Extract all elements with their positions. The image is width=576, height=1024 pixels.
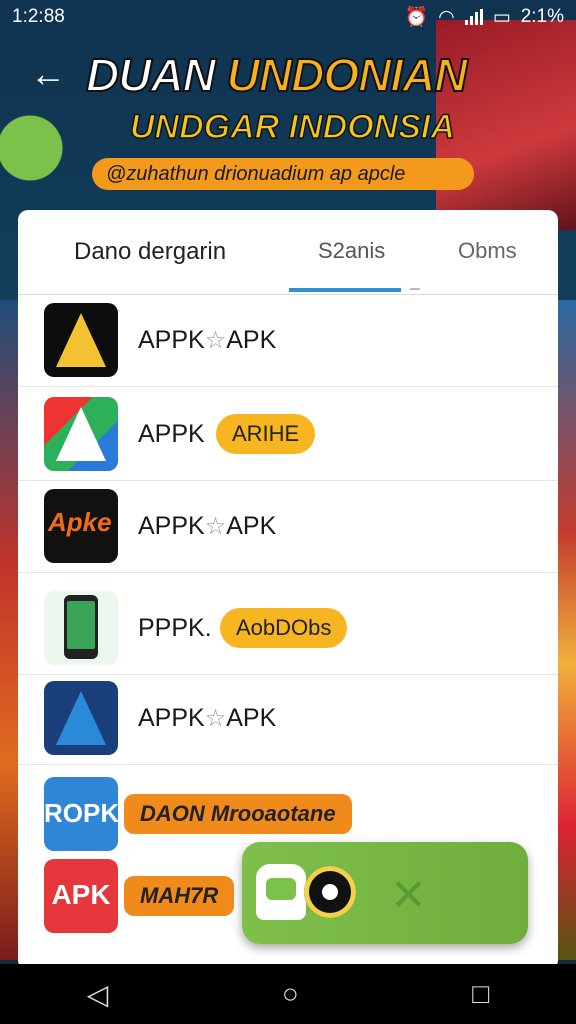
nav-back-icon[interactable]: ◁ <box>87 978 109 1011</box>
app-icon: APK <box>44 859 118 933</box>
alarm-icon: ⏰ <box>404 7 429 28</box>
app-icon <box>44 681 118 755</box>
title-white: DUAN <box>85 48 217 102</box>
disc-icon <box>304 866 356 918</box>
list-item-label: PPPK. <box>138 613 212 642</box>
page-title: DUAN UNDONIAN <box>85 48 469 102</box>
phone-app-icon <box>44 591 118 665</box>
list-item[interactable]: APPK☆APK <box>18 672 558 765</box>
background-android <box>0 108 80 208</box>
tab-dano-dergarin[interactable]: Dano dergarin <box>74 238 226 266</box>
list-item[interactable]: Apke APPK☆APK <box>18 480 558 573</box>
tab-obms[interactable]: Obms <box>458 238 517 264</box>
android-icon <box>256 864 306 920</box>
app-label-badge: DAON Mrooaotane <box>124 794 352 834</box>
signal-icon <box>464 9 483 25</box>
star-icon: ☆ <box>204 512 227 540</box>
app-icon: Apke <box>44 489 118 563</box>
title-yellow: UNDONIAN <box>226 48 469 102</box>
star-icon: ☆ <box>204 326 227 354</box>
app-icon: ROPK <box>44 777 118 851</box>
active-tab-indicator <box>289 288 401 292</box>
close-icon[interactable]: ✕ <box>390 870 427 921</box>
status-time: 1:2:88 <box>12 6 65 27</box>
status-bar: 1:2:88 ⏰ ◠ ▭ 2:1% <box>0 0 576 34</box>
floating-action-panel[interactable]: ✕ <box>242 842 528 944</box>
battery-level: 2:1% <box>520 6 564 27</box>
app-icon <box>44 397 118 471</box>
list-item-label: APPK☆APK <box>138 511 277 540</box>
back-arrow-icon[interactable]: ← <box>26 52 70 96</box>
page-subtitle: UNDGAR INDONSIA <box>129 107 455 147</box>
app-icon <box>44 303 118 377</box>
tagline-banner: @zuhathun drionuadium ap apcle <box>92 158 474 190</box>
nav-recents-icon[interactable]: □ <box>472 978 489 1010</box>
status-badge: AobDObs <box>220 608 348 648</box>
wifi-icon: ◠ <box>438 6 455 28</box>
nav-home-icon[interactable]: ○ <box>282 978 299 1010</box>
list-item[interactable]: PPPK. AobDObs <box>18 582 558 675</box>
status-badge: ARIHE <box>216 414 316 454</box>
star-icon: ☆ <box>204 704 227 732</box>
list-item-label: APPK☆APK <box>138 703 277 732</box>
tab-s2anis[interactable]: S2anis <box>318 238 385 264</box>
tab-bar: Dano dergarin S2anis Obms <box>18 210 558 295</box>
app-label-badge: MAH7R <box>124 876 235 916</box>
tab-divider <box>410 288 420 290</box>
list-item[interactable]: APPK☆APK <box>18 294 558 387</box>
list-item-label: APPK☆APK <box>138 325 277 354</box>
navigation-bar: ◁ ○ □ <box>0 964 576 1024</box>
list-item[interactable]: APPK ARIHE <box>18 388 558 481</box>
battery-icon: ▭ <box>492 6 511 28</box>
list-item-label: APPK <box>138 419 205 448</box>
